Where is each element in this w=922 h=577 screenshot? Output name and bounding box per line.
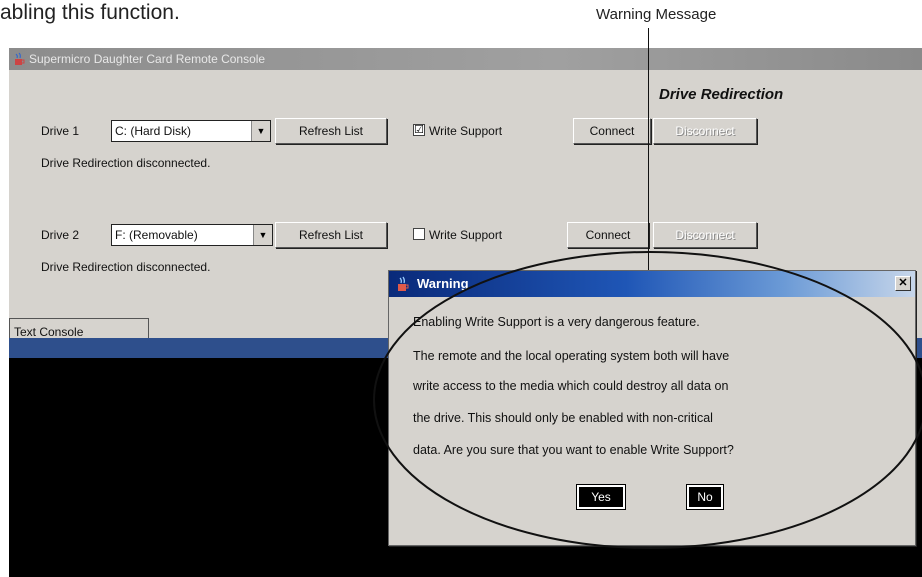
- yes-button[interactable]: Yes: [576, 484, 626, 510]
- drive2-connect-button[interactable]: Connect: [567, 222, 649, 248]
- dialog-message-line: Enabling Write Support is a very dangero…: [413, 315, 700, 329]
- close-icon[interactable]: ✕: [895, 276, 911, 291]
- drive2-select[interactable]: F: (Removable) ▼: [111, 224, 273, 246]
- section-title: Drive Redirection: [659, 86, 784, 103]
- callout-pointer-line: [648, 28, 649, 290]
- no-button[interactable]: No: [686, 484, 724, 510]
- callout-label: Warning Message: [596, 6, 717, 23]
- drive1-select-value: C: (Hard Disk): [115, 124, 192, 138]
- java-cup-icon: [15, 52, 25, 65]
- chevron-down-icon[interactable]: ▼: [251, 121, 270, 141]
- drive1-write-support-checkbox[interactable]: ☑: [413, 124, 425, 136]
- drive2-write-support-label: Write Support: [429, 228, 503, 242]
- drive1-select[interactable]: C: (Hard Disk) ▼: [111, 120, 271, 142]
- drive2-select-value: F: (Removable): [115, 228, 198, 242]
- dialog-title: Warning: [417, 276, 469, 291]
- drive2-disconnect-button[interactable]: Disconnect: [653, 222, 757, 248]
- window-titlebar: Supermicro Daughter Card Remote Console: [9, 48, 922, 70]
- chevron-down-icon[interactable]: ▼: [253, 225, 272, 245]
- dialog-message-line: data. Are you sure that you want to enab…: [413, 443, 734, 457]
- dialog-message-line: The remote and the local operating syste…: [413, 349, 730, 363]
- drive1-connect-button[interactable]: Connect: [573, 118, 651, 144]
- dialog-message-line: write access to the media which could de…: [413, 379, 729, 393]
- drive1-label: Drive 1: [41, 124, 80, 138]
- drive1-refresh-button[interactable]: Refresh List: [275, 118, 387, 144]
- dialog-message-line: the drive. This should only be enabled w…: [413, 411, 713, 425]
- dialog-titlebar: Warning ✕: [389, 271, 915, 297]
- drive2-write-support-checkbox[interactable]: [413, 228, 425, 240]
- drive1-write-support-label: Write Support: [429, 124, 503, 138]
- warning-dialog: Warning ✕ Enabling Write Support is a ve…: [388, 270, 916, 546]
- drive2-refresh-button[interactable]: Refresh List: [275, 222, 387, 248]
- drive2-label: Drive 2: [41, 228, 80, 242]
- drive1-status: Drive Redirection disconnected.: [41, 156, 211, 170]
- document-text: abling this function.: [0, 1, 180, 24]
- window-title: Supermicro Daughter Card Remote Console: [29, 52, 266, 66]
- drive2-status: Drive Redirection disconnected.: [41, 260, 211, 274]
- drive1-disconnect-button[interactable]: Disconnect: [653, 118, 757, 144]
- java-cup-icon: [398, 276, 409, 291]
